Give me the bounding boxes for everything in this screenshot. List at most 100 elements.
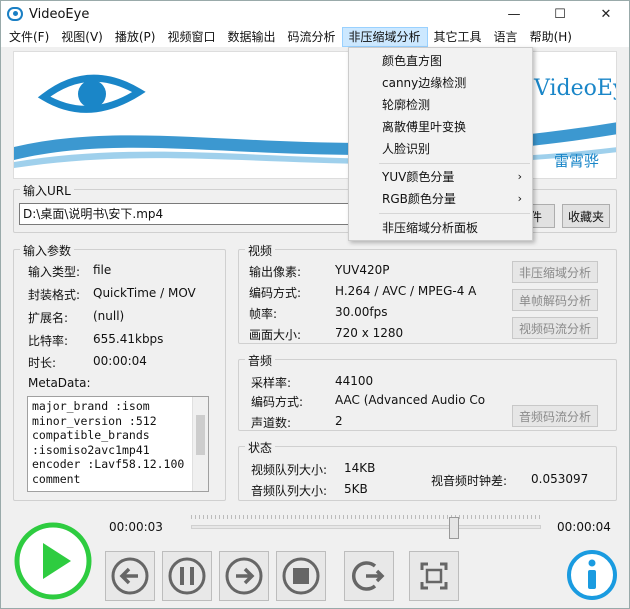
fullscreen-button[interactable] (409, 551, 459, 601)
pause-icon (168, 557, 206, 595)
menu-help[interactable]: 帮助(H) (524, 27, 578, 47)
exit-icon (351, 561, 385, 591)
favorites-button[interactable]: 收藏夹 (562, 204, 610, 228)
framerate-value: 30.00fps (335, 305, 388, 319)
audio-group-title: 音频 (245, 352, 276, 369)
video-stream-analysis-button[interactable]: 视频码流分析 (512, 317, 598, 339)
av-diff-value: 0.053097 (531, 472, 589, 486)
audio-queue-value: 5KB (344, 482, 368, 496)
metadata-scrollbar[interactable] (192, 397, 208, 491)
frame-decode-analysis-button[interactable]: 单帧解码分析 (512, 289, 598, 311)
uncompressed-analysis-button[interactable]: 非压缩域分析 (512, 261, 598, 283)
stop-icon (282, 557, 320, 595)
info-icon[interactable] (566, 549, 618, 601)
channels-value: 2 (335, 414, 343, 428)
progress-slider-thumb[interactable] (448, 517, 459, 539)
banner-brand: VideoEye (534, 76, 616, 101)
metadata-line: compatible_brands (32, 428, 150, 442)
input-type-label: 输入类型: (28, 265, 81, 279)
pixel-format-value: YUV420P (335, 263, 390, 277)
menu-language[interactable]: 语言 (488, 27, 524, 47)
video-queue-value: 14KB (344, 461, 376, 475)
menu-item-contour[interactable]: 轮廓检测 (349, 94, 532, 116)
audio-codec-value: AAC (Advanced Audio Co (335, 393, 486, 407)
uncompressed-analysis-menu: 颜色直方图 canny边缘检测 轮廓检测 离散傅里叶变换 人脸识别 YUV颜色分… (348, 47, 533, 241)
progress-ticks (191, 515, 541, 519)
maximize-button[interactable]: ☐ (537, 1, 583, 27)
input-params-title: 输入参数 (20, 242, 75, 259)
current-time: 00:00:03 (109, 520, 163, 534)
status-group-title: 状态 (245, 439, 276, 456)
arrow-right-icon (225, 557, 263, 595)
scroll-thumb[interactable] (196, 415, 205, 455)
video-queue-label: 视频队列大小: (251, 463, 328, 477)
url-group-title: 输入URL (20, 182, 74, 199)
format-label: 封装格式: (28, 288, 81, 302)
menu-play[interactable]: 播放(P) (109, 27, 162, 47)
bitrate-label: 比特率: (28, 334, 69, 348)
metadata-line: minor_version :512 (32, 413, 157, 428)
metadata-line: encoder :Lavf58.12.100 (32, 457, 185, 471)
menu-item-yuv[interactable]: YUV颜色分量 › (349, 166, 532, 188)
duration-label: 时长: (28, 356, 57, 370)
audio-codec-label: 编码方式: (251, 395, 304, 409)
menu-view[interactable]: 视图(V) (55, 27, 109, 47)
menu-stream-analysis[interactable]: 码流分析 (282, 27, 342, 47)
previous-button[interactable] (105, 551, 155, 601)
menu-item-dft[interactable]: 离散傅里叶变换 (349, 116, 532, 138)
frame-size-label: 画面大小: (249, 328, 302, 342)
minimize-button[interactable]: — (491, 1, 537, 27)
metadata-line: comment (32, 471, 81, 486)
pause-button[interactable] (162, 551, 212, 601)
title-bar: VideoEye — ☐ ✕ (1, 1, 629, 27)
play-icon[interactable] (13, 521, 93, 601)
rgb-label: RGB颜色分量 (382, 192, 456, 206)
sample-rate-value: 44100 (335, 374, 374, 388)
fullscreen-icon (420, 562, 448, 590)
menu-file[interactable]: 文件(F) (3, 27, 55, 47)
stop-button[interactable] (276, 551, 326, 601)
menu-separator (379, 213, 530, 214)
video-group-title: 视频 (245, 242, 276, 259)
eye-app-icon (7, 7, 23, 21)
menu-item-histogram[interactable]: 颜色直方图 (349, 50, 532, 72)
metadata-label: MetaData: (28, 376, 91, 390)
menu-data-output[interactable]: 数据输出 (221, 27, 281, 47)
next-button[interactable] (219, 551, 269, 601)
url-input[interactable]: D:\桌面\说明书\安下.mp4 (19, 203, 349, 225)
audio-queue-label: 音频队列大小: (251, 484, 328, 498)
menu-item-analysis-panel[interactable]: 非压缩域分析面板 (349, 217, 532, 239)
close-button[interactable]: ✕ (583, 1, 629, 27)
framerate-label: 帧率: (249, 307, 278, 321)
progress-slider[interactable] (191, 525, 541, 529)
extension-label: 扩展名: (28, 311, 69, 325)
av-diff-label: 视音频时钟差: (431, 474, 508, 488)
video-codec-value: H.264 / AVC / MPEG-4 A (335, 284, 477, 298)
menu-item-face-detection[interactable]: 人脸识别 (349, 138, 532, 160)
arrow-left-icon (111, 557, 149, 595)
metadata-listbox[interactable]: major_brand :isom minor_version :512 com… (27, 396, 209, 492)
menu-bar: 文件(F) 视图(V) 播放(P) 视频窗口 数据输出 码流分析 非压缩域分析 … (1, 27, 629, 47)
yuv-label: YUV颜色分量 (382, 170, 455, 184)
window-title: VideoEye (29, 6, 90, 22)
metadata-line: major_brand :isom (32, 399, 150, 413)
bitrate-value: 655.41kbps (93, 332, 164, 346)
menu-separator (379, 163, 530, 164)
app-window: VideoEye — ☐ ✕ 文件(F) 视图(V) 播放(P) 视频窗口 数据… (0, 0, 630, 609)
banner-author: 雷霄骅 (554, 152, 600, 170)
menu-uncompressed-analysis[interactable]: 非压缩域分析 (341, 27, 428, 47)
format-value: QuickTime / MOV (93, 286, 196, 300)
total-time: 00:00:04 (557, 520, 611, 534)
channels-label: 声道数: (251, 416, 292, 430)
menu-other-tools[interactable]: 其它工具 (428, 27, 488, 47)
menu-item-canny[interactable]: canny边缘检测 (349, 72, 532, 94)
extension-value: (null) (93, 309, 125, 323)
frame-size-value: 720 x 1280 (335, 326, 404, 340)
video-codec-label: 编码方式: (249, 286, 302, 300)
audio-stream-analysis-button[interactable]: 音频码流分析 (512, 405, 598, 427)
menu-video-window[interactable]: 视频窗口 (161, 27, 221, 47)
pixel-format-label: 输出像素: (249, 265, 302, 279)
input-type-value: file (93, 263, 112, 277)
exit-button[interactable] (344, 551, 394, 601)
menu-item-rgb[interactable]: RGB颜色分量 › (349, 188, 532, 210)
